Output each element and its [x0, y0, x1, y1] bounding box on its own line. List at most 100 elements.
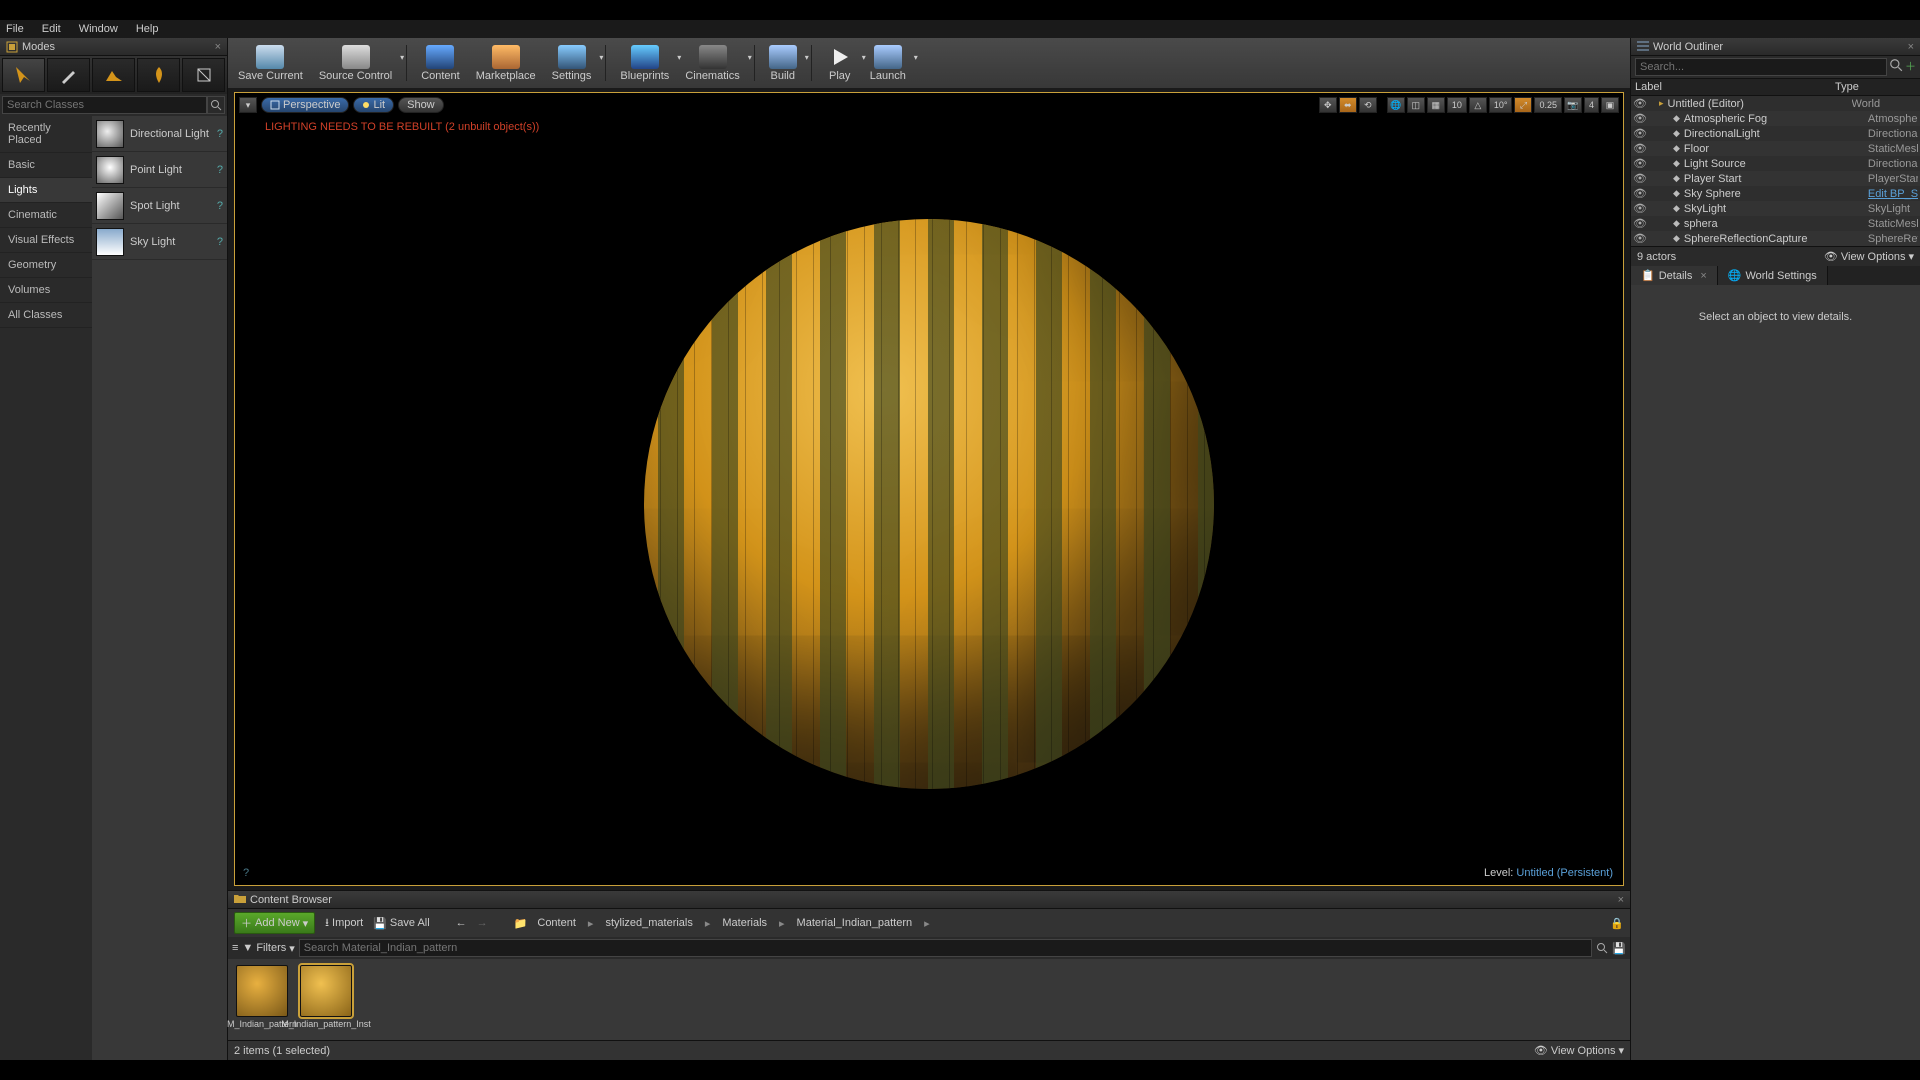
import-button[interactable]: ⭳Import	[325, 914, 363, 933]
source-control-button[interactable]: Source Control▾	[315, 43, 396, 84]
viewport-menu-button[interactable]: ▾	[239, 97, 257, 113]
help-icon[interactable]: ?	[217, 164, 223, 176]
tab-details[interactable]: 📋Details×	[1631, 266, 1718, 285]
search-icon[interactable]	[1889, 58, 1903, 76]
visibility-icon[interactable]: 👁	[1633, 202, 1645, 215]
view-options-button[interactable]: 👁View Options▾	[1534, 1044, 1624, 1057]
show-button[interactable]: Show	[398, 97, 444, 113]
viewport-help-icon[interactable]: ?	[243, 867, 249, 879]
menu-file[interactable]: File	[6, 23, 24, 35]
play-button[interactable]: Play▾	[822, 43, 858, 84]
help-icon[interactable]: ?	[217, 128, 223, 140]
outliner-row[interactable]: 👁◆Sky SphereEdit BP_Sky_Sphere	[1631, 186, 1920, 201]
tab-close-icon[interactable]: ×	[1618, 894, 1624, 906]
crumb-materials[interactable]: Materials	[722, 917, 767, 929]
camera-speed-icon[interactable]: 📷	[1564, 97, 1582, 113]
scale-snap-value[interactable]: 0.25	[1534, 97, 1562, 113]
light-spot[interactable]: Spot Light?	[92, 188, 227, 224]
coord-space-icon[interactable]: 🌐	[1387, 97, 1405, 113]
content-search-input[interactable]	[299, 939, 1593, 957]
tab-world-settings[interactable]: 🌐World Settings	[1718, 266, 1828, 285]
help-icon[interactable]: ?	[217, 200, 223, 212]
cat-geometry[interactable]: Geometry	[0, 253, 92, 278]
transform-select-icon[interactable]: ✥	[1319, 97, 1337, 113]
view-options-button[interactable]: 👁View Options▾	[1824, 250, 1914, 263]
crumb-indian-pattern[interactable]: Material_Indian_pattern	[797, 917, 913, 929]
outliner-row[interactable]: 👁◆spheraStaticMeshActor	[1631, 216, 1920, 231]
outliner-row[interactable]: 👁◆Light SourceDirectionalLight	[1631, 156, 1920, 171]
outliner-row[interactable]: 👁◆FloorStaticMeshActor	[1631, 141, 1920, 156]
crumb-stylized[interactable]: stylized_materials	[605, 917, 692, 929]
nav-back-icon[interactable]: ←	[456, 917, 467, 929]
cat-cinematic[interactable]: Cinematic	[0, 203, 92, 228]
viewport[interactable]: ▾ Perspective Lit Show ✥ ⬌ ⟲ 🌐 ◫ ▦ 10 △ …	[234, 92, 1624, 886]
sources-toggle-icon[interactable]: ≡	[232, 942, 238, 954]
mode-foliage-icon[interactable]	[137, 58, 180, 92]
menu-help[interactable]: Help	[136, 23, 159, 35]
lit-button[interactable]: Lit	[353, 97, 394, 113]
nav-fwd-icon[interactable]: →	[477, 917, 488, 929]
outliner-row[interactable]: 👁◆Atmospheric FogAtmosphericFog	[1631, 111, 1920, 126]
menu-window[interactable]: Window	[79, 23, 118, 35]
light-directional[interactable]: Directional Light?	[92, 116, 227, 152]
visibility-icon[interactable]: 👁	[1633, 112, 1645, 125]
col-label[interactable]: Label	[1635, 81, 1835, 93]
save-all-button[interactable]: 💾Save All	[373, 917, 429, 930]
lock-icon[interactable]: 🔒	[1610, 917, 1624, 930]
visibility-icon[interactable]: 👁	[1633, 232, 1645, 245]
asset-m-indian-pattern-inst[interactable]: M_Indian_pattern_Inst	[298, 965, 354, 1029]
level-name[interactable]: Untitled (Persistent)	[1516, 867, 1613, 879]
grid-snap-value[interactable]: 10	[1447, 97, 1467, 113]
chevron-down-icon[interactable]: ▾	[599, 53, 603, 62]
visibility-icon[interactable]: 👁	[1633, 187, 1645, 200]
content-button[interactable]: Content	[417, 43, 464, 84]
outliner-row[interactable]: 👁◆DirectionalLightDirectionalLight	[1631, 126, 1920, 141]
help-icon[interactable]: ?	[217, 236, 223, 248]
cat-all-classes[interactable]: All Classes	[0, 303, 92, 328]
build-button[interactable]: Build▾	[765, 43, 801, 84]
tab-close-icon[interactable]: ×	[1908, 41, 1914, 53]
cat-visual-effects[interactable]: Visual Effects	[0, 228, 92, 253]
mode-landscape-icon[interactable]	[92, 58, 135, 92]
outliner-row[interactable]: 👁◆SkyLightSkyLight	[1631, 201, 1920, 216]
scale-snap-icon[interactable]: ⤢	[1514, 97, 1532, 113]
mode-paint-icon[interactable]	[47, 58, 90, 92]
crumb-content[interactable]: Content	[537, 917, 576, 929]
visibility-icon[interactable]: 👁	[1633, 142, 1645, 155]
row-type[interactable]: Edit BP_Sky_Sphere	[1868, 188, 1918, 200]
visibility-icon[interactable]: 👁	[1633, 97, 1645, 110]
menu-edit[interactable]: Edit	[42, 23, 61, 35]
col-type[interactable]: Type	[1835, 81, 1916, 93]
outliner-tab[interactable]: World Outliner ×	[1631, 38, 1920, 56]
launch-button[interactable]: Launch▾	[866, 43, 910, 84]
add-filter-icon[interactable]: ＋	[1905, 58, 1916, 76]
outliner-row[interactable]: 👁◆Player StartPlayerStart	[1631, 171, 1920, 186]
angle-snap-value[interactable]: 10°	[1489, 97, 1513, 113]
camera-speed-value[interactable]: 4	[1584, 97, 1599, 113]
transform-move-icon[interactable]: ⬌	[1339, 97, 1357, 113]
chevron-down-icon[interactable]: ▾	[400, 53, 404, 62]
outliner-header[interactable]: Label Type	[1631, 78, 1920, 96]
cat-volumes[interactable]: Volumes	[0, 278, 92, 303]
chevron-down-icon[interactable]: ▾	[914, 53, 918, 62]
filters-button[interactable]: ▼Filters▾	[242, 942, 294, 955]
visibility-icon[interactable]: 👁	[1633, 172, 1645, 185]
visibility-icon[interactable]: 👁	[1633, 127, 1645, 140]
mode-geometry-icon[interactable]	[182, 58, 225, 92]
add-new-button[interactable]: ＋Add New▾	[234, 912, 315, 934]
visibility-icon[interactable]: 👁	[1633, 157, 1645, 170]
cinematics-button[interactable]: Cinematics▾	[681, 43, 743, 84]
outliner-row[interactable]: 👁▸Untitled (Editor)World	[1631, 96, 1920, 111]
maximize-viewport-icon[interactable]: ▣	[1601, 97, 1619, 113]
outliner-search-input[interactable]	[1635, 58, 1887, 76]
perspective-button[interactable]: Perspective	[261, 97, 349, 113]
surface-snap-icon[interactable]: ◫	[1407, 97, 1425, 113]
grid-snap-icon[interactable]: ▦	[1427, 97, 1445, 113]
chevron-down-icon[interactable]: ▾	[748, 53, 752, 62]
settings-button[interactable]: Settings▾	[548, 43, 596, 84]
outliner-row[interactable]: 👁◆SphereReflectionCaptureSphereReflectio…	[1631, 231, 1920, 246]
folder-icon[interactable]: 📁	[514, 917, 528, 930]
angle-snap-icon[interactable]: △	[1469, 97, 1487, 113]
transform-rotate-icon[interactable]: ⟲	[1359, 97, 1377, 113]
tab-close-icon[interactable]: ×	[1700, 270, 1706, 282]
